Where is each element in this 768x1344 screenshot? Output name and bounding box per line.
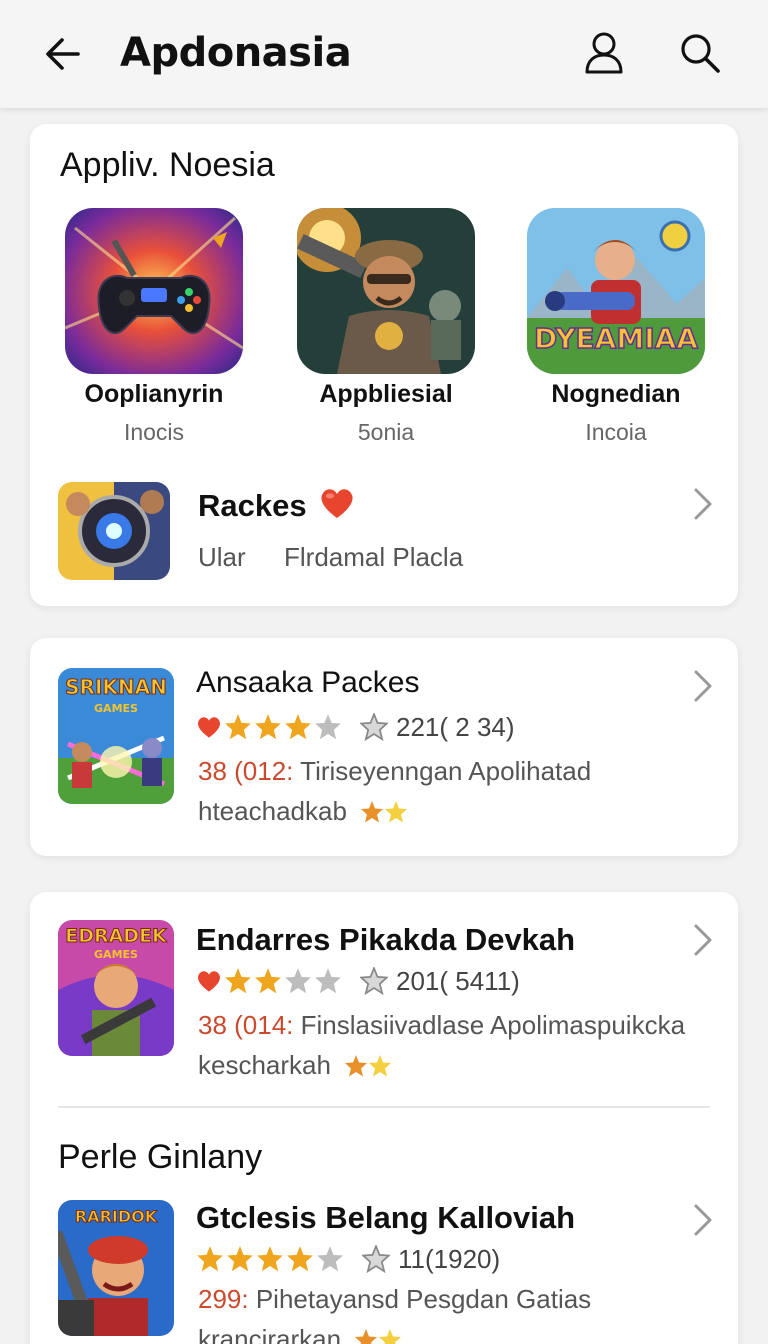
app-description: Finslasiivadlase Apolimaspuikcka — [300, 1010, 686, 1040]
star-icon — [317, 1246, 343, 1272]
mini-star-icon — [385, 801, 408, 823]
chevron-right-icon[interactable] — [692, 1202, 714, 1238]
app-name: Rackes — [198, 488, 307, 523]
mini-stars — [354, 1328, 402, 1344]
app-subtitle: 5onia — [357, 419, 415, 445]
mini-stars — [344, 1054, 392, 1085]
app-stat: 38 (014: — [198, 1010, 294, 1040]
star-icon — [315, 714, 341, 740]
rating-stars: 221( 2 34) — [196, 712, 515, 742]
chevron-right-icon[interactable] — [692, 922, 714, 958]
heart-icon — [321, 489, 353, 518]
app-name: Gtclesis Belang Kalloviah — [196, 1200, 576, 1235]
app-name: Ansaaka Packes — [196, 666, 420, 699]
app-card-ansaaka[interactable]: SRIKNAN GAMES Ansaaka Packes 221( 2 34) … — [30, 638, 738, 856]
app-meta-1: Ular — [198, 542, 246, 572]
rating-stars: 11(1920) — [196, 1244, 500, 1274]
divider — [58, 1106, 710, 1108]
star-outline-icon — [362, 1245, 390, 1273]
featured-app-3[interactable]: DYEAMIAA Nognedian Incoia — [516, 208, 716, 446]
section-title: Perle Ginlany — [58, 1138, 263, 1176]
app-thumbnail-rackes — [58, 482, 170, 580]
top-app-bar: Apdonasia — [0, 0, 768, 108]
app-subtitle: Inocis — [123, 419, 185, 445]
app-art-subtext: GAMES — [94, 948, 138, 961]
app-thumbnail-gamepad — [65, 208, 243, 374]
star-icon — [255, 968, 281, 994]
app-list-card: EDRADEK GAMES Endarres Pikakda Devkah 20… — [30, 892, 738, 1344]
featured-app-2[interactable]: Appbliesial 5onia — [286, 208, 486, 446]
rating-stars: 201( 5411) — [196, 966, 520, 996]
app-art-text: RARIDOK — [75, 1207, 158, 1226]
rating-count: 201( 5411) — [396, 965, 520, 996]
star-icon — [257, 1246, 283, 1272]
app-name: Ooplianyrin — [84, 380, 224, 408]
app-thumbnail-raridok: RARIDOK — [58, 1200, 174, 1336]
star-icon — [225, 714, 251, 740]
star-outline-icon — [360, 713, 388, 741]
app-art-text: EDRADEK — [65, 925, 168, 947]
user-icon[interactable] — [582, 30, 626, 76]
app-thumbnail-sriknan: SRIKNAN GAMES — [58, 668, 174, 804]
star-icon — [197, 1246, 223, 1272]
app-art-text: DYEAMIAA — [534, 322, 698, 355]
app-thumbnail-soldier — [297, 208, 475, 374]
star-icon — [255, 714, 281, 740]
search-icon[interactable] — [678, 30, 722, 76]
app-name: Endarres Pikakda Devkah — [196, 922, 576, 957]
rating-count: 11(1920) — [398, 1243, 501, 1274]
section-title: Appliv. Noesia — [60, 146, 275, 184]
page-title: Apdonasia — [120, 30, 352, 76]
star-icon — [315, 968, 341, 994]
heart-icon — [198, 971, 220, 992]
star-icon — [225, 968, 251, 994]
mini-stars — [360, 800, 408, 831]
star-icon — [287, 1246, 313, 1272]
app-description: Pihetayansd Pesgdan Gatias — [255, 1284, 592, 1314]
mini-star-icon — [345, 1055, 368, 1077]
star-outline-icon — [360, 967, 388, 995]
heart-icon — [198, 717, 220, 738]
app-thumbnail-edradek: EDRADEK GAMES — [58, 920, 174, 1056]
rating-count: 221( 2 34) — [396, 711, 515, 742]
app-stat: 299: — [198, 1284, 249, 1314]
mini-star-icon — [379, 1329, 402, 1344]
app-description: Tiriseyenngan Apolihatad — [300, 756, 592, 786]
mini-star-icon — [369, 1055, 392, 1077]
star-icon — [285, 968, 311, 994]
star-icon — [227, 1246, 253, 1272]
app-art-text: SRIKNAN — [65, 675, 167, 699]
arrow-left-icon[interactable] — [40, 30, 88, 78]
app-description-2: kescharkah — [198, 1050, 331, 1080]
mini-star-icon — [361, 801, 384, 823]
app-meta-2: Flrdamal Placla — [284, 542, 464, 572]
featured-apps-card: Appliv. Noesia Ooplianyrin Inocis Appbli… — [30, 124, 738, 606]
app-name: Nognedian — [551, 380, 681, 408]
app-subtitle: Incoia — [585, 419, 647, 445]
chevron-right-icon[interactable] — [692, 668, 714, 704]
app-description-2: hteachadkab — [198, 796, 347, 826]
app-description-2: krancirarkan — [198, 1324, 342, 1344]
app-art-subtext: GAMES — [94, 702, 138, 715]
featured-app-1[interactable]: Ooplianyrin Inocis — [54, 208, 254, 446]
app-stat: 38 (012: — [198, 756, 294, 786]
chevron-right-icon[interactable] — [692, 486, 714, 522]
app-name: Appbliesial — [319, 380, 453, 408]
mini-star-icon — [355, 1329, 378, 1344]
star-icon — [285, 714, 311, 740]
app-thumbnail-dyeamiaa: DYEAMIAA — [527, 208, 705, 374]
